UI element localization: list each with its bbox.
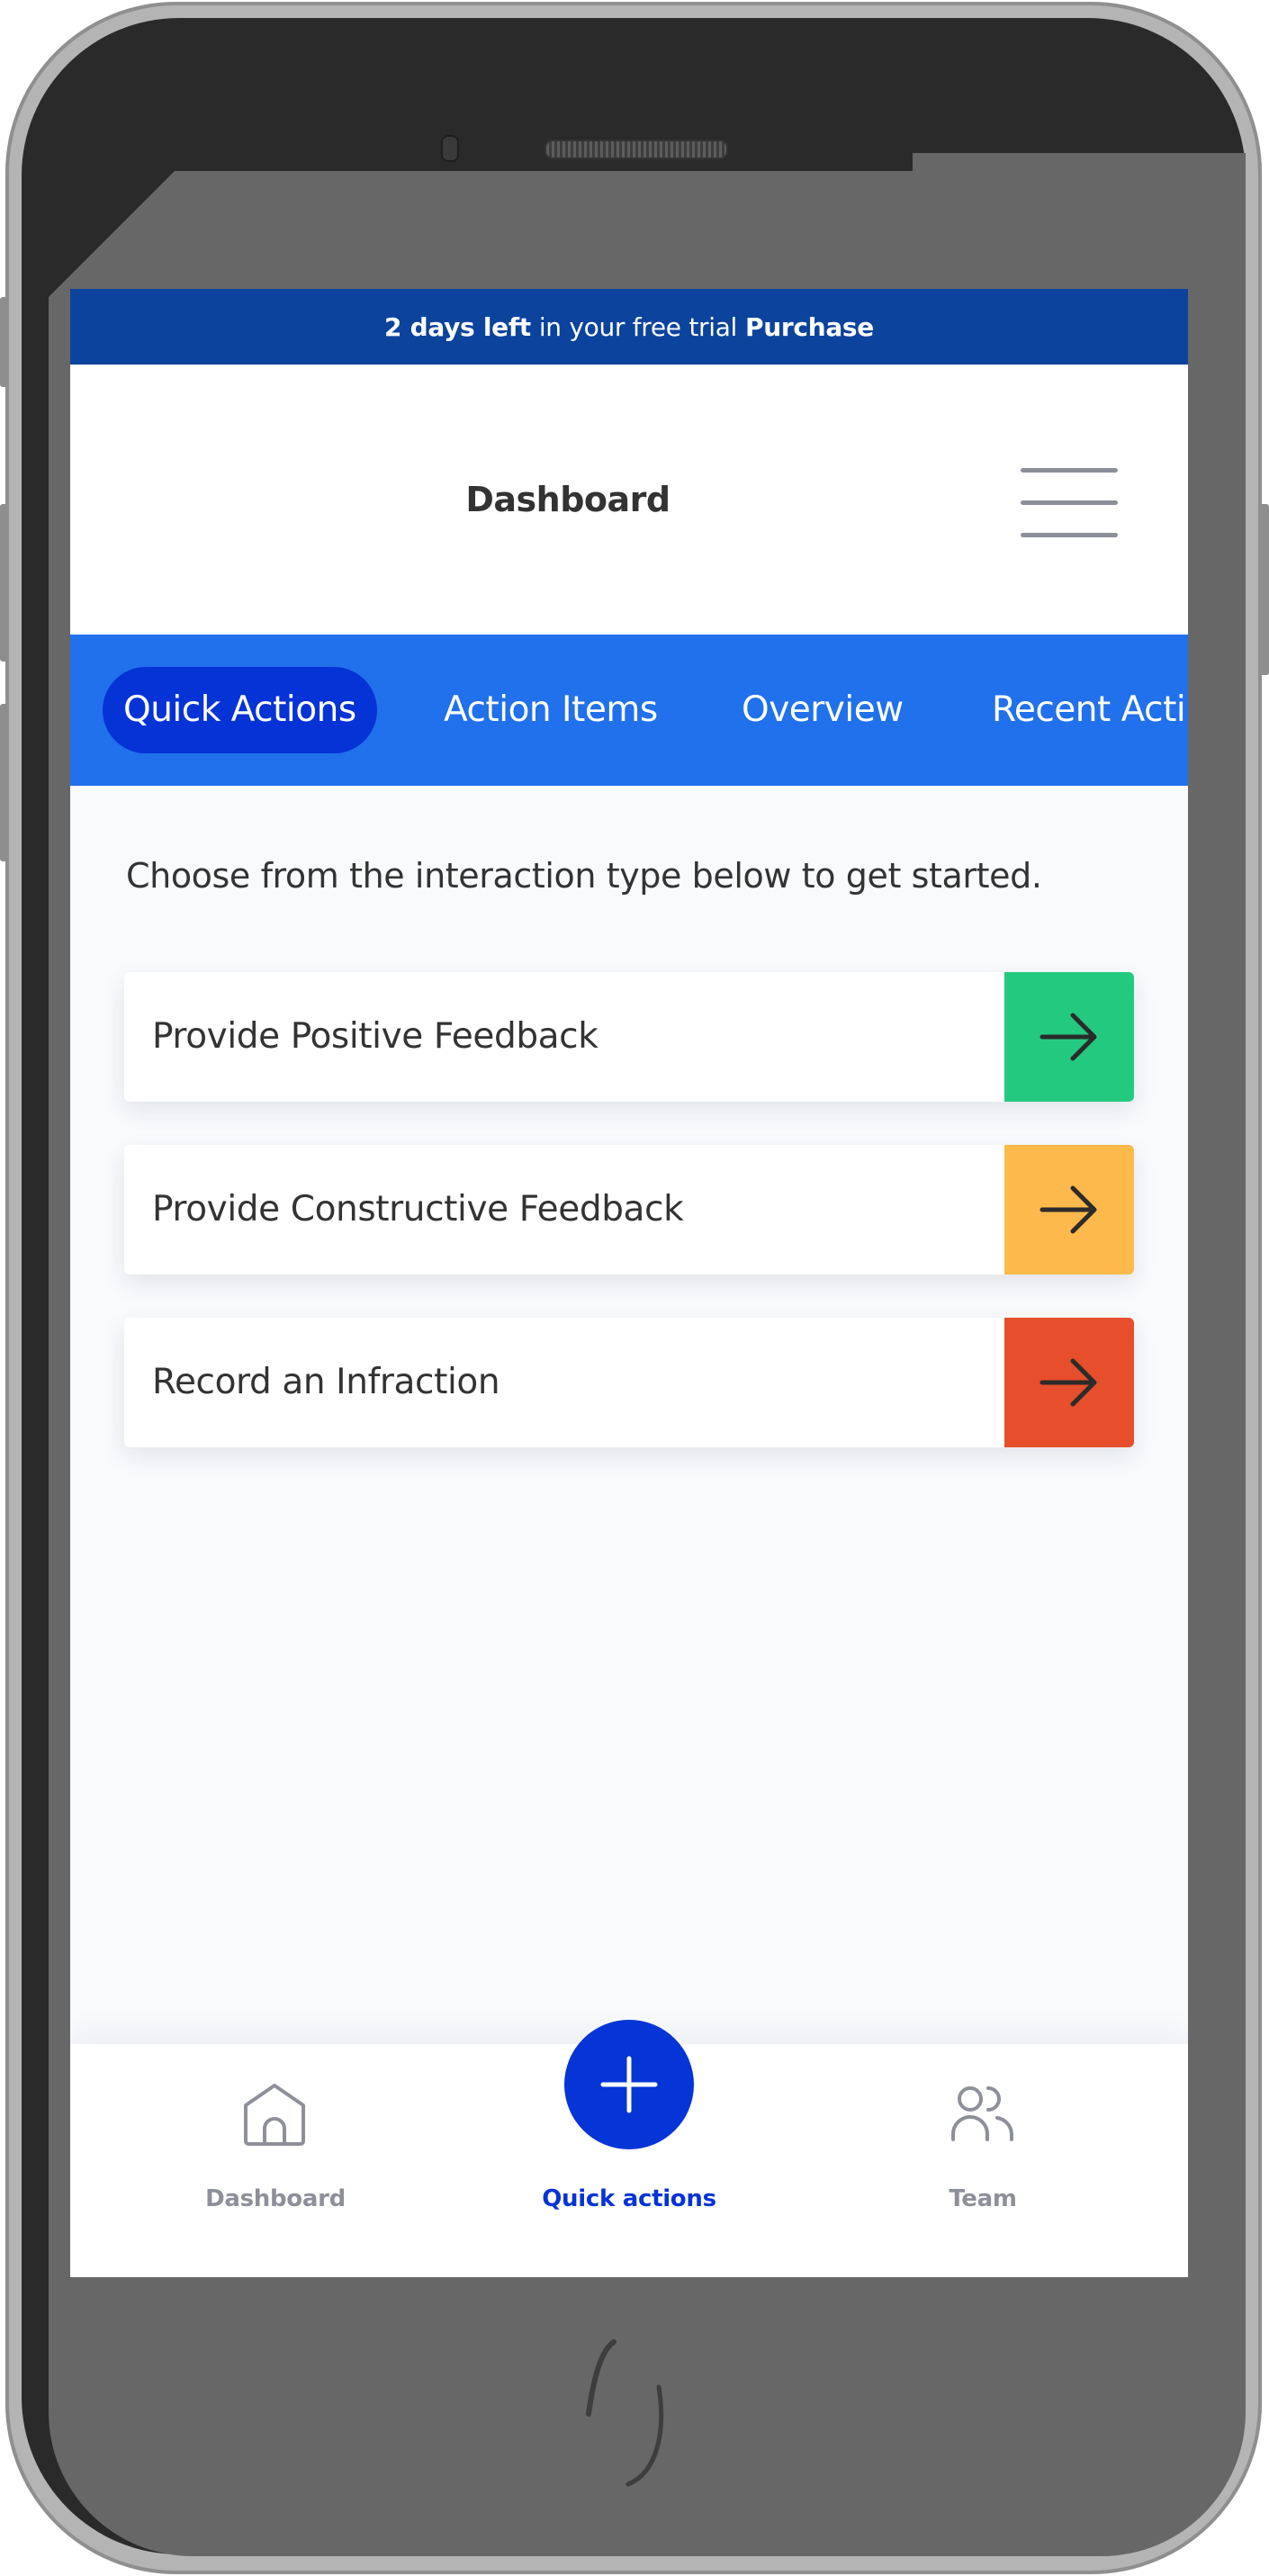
app-screen: 2 days left in your free trial Purchase … <box>70 289 1188 2277</box>
trial-days-left: 2 days left <box>384 311 531 342</box>
tab-action-items[interactable]: Action Items <box>444 667 658 753</box>
home-button[interactable] <box>540 2333 720 2513</box>
action-card-label: Provide Positive Feedback <box>152 1016 598 1057</box>
hamburger-menu-icon-line <box>1021 533 1118 537</box>
nav-item-dashboard[interactable]: Dashboard <box>167 2044 383 2277</box>
phone-power-button <box>1262 504 1269 675</box>
trial-banner-text: in your free trial <box>538 311 738 342</box>
phone-silent-switch <box>0 297 7 387</box>
arrow-right-icon <box>1040 1185 1097 1234</box>
action-card-label: Provide Constructive Feedback <box>152 1189 684 1229</box>
constructive-feedback-go-button[interactable] <box>1004 1145 1134 1274</box>
nav-label-dashboard: Dashboard <box>205 2185 346 2212</box>
record-infraction-go-button[interactable] <box>1004 1318 1134 1447</box>
home-icon <box>244 2084 305 2146</box>
nav-item-team[interactable]: Team <box>875 2044 1091 2277</box>
arrow-right-icon <box>1040 1013 1097 1061</box>
phone-volume-up-button <box>0 504 7 662</box>
nav-label-team: Team <box>949 2185 1017 2212</box>
earpiece-speaker <box>544 140 728 159</box>
tab-quick-actions[interactable]: Quick Actions <box>103 667 377 753</box>
front-camera <box>441 135 459 162</box>
positive-feedback-go-button[interactable] <box>1004 972 1134 1102</box>
hamburger-menu-icon-line <box>1021 500 1118 505</box>
provide-constructive-feedback-card[interactable]: Provide Constructive Feedback <box>124 1145 1134 1274</box>
app-header: Dashboard <box>70 365 1188 635</box>
phone-volume-down-button <box>0 704 7 861</box>
tab-recent-activity[interactable]: Recent Acti <box>992 667 1186 753</box>
hamburger-menu-icon-line <box>1021 468 1118 473</box>
hamburger-menu-button[interactable] <box>1017 455 1120 545</box>
tabs-bar: Quick Actions Action Items Overview Rece… <box>70 635 1188 786</box>
purchase-link[interactable]: Purchase <box>745 312 874 342</box>
bottom-navigation: Dashboard Quick actions Team <box>70 2020 1188 2277</box>
tab-overview[interactable]: Overview <box>742 667 904 753</box>
page-title: Dashboard <box>465 480 670 519</box>
team-icon <box>951 2086 1013 2141</box>
provide-positive-feedback-card[interactable]: Provide Positive Feedback <box>124 972 1134 1102</box>
quick-actions-intro: Choose from the interaction type below t… <box>126 856 1042 896</box>
nav-item-quick-actions[interactable]: Quick actions <box>521 2044 737 2277</box>
nav-label-quick-actions: Quick actions <box>542 2185 716 2212</box>
record-infraction-card[interactable]: Record an Infraction <box>124 1318 1134 1447</box>
trial-banner: 2 days left in your free trial Purchase <box>70 289 1188 365</box>
action-card-label: Record an Infraction <box>152 1362 500 1402</box>
arrow-right-icon <box>1040 1358 1097 1407</box>
